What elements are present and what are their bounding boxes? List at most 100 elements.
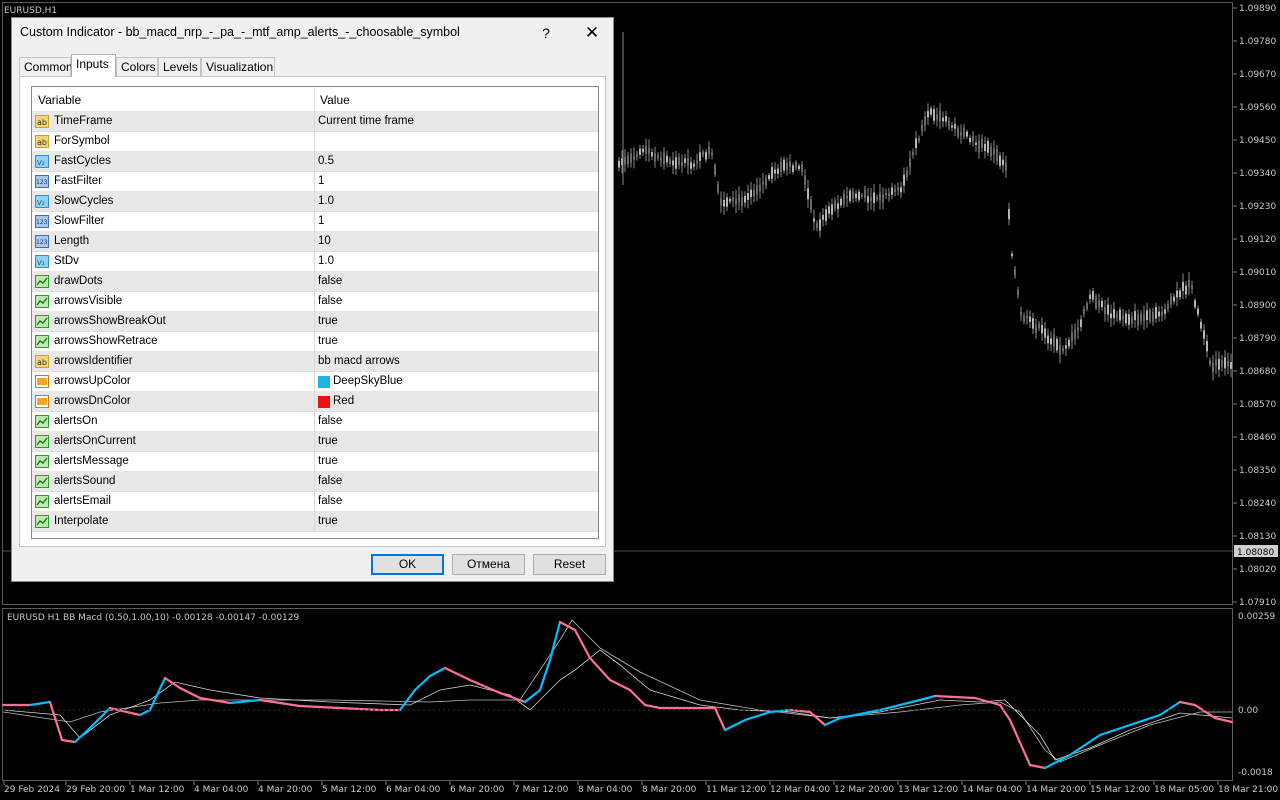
- tab-levels[interactable]: Levels: [158, 57, 201, 76]
- param-row-Length[interactable]: 123 Length 10: [32, 232, 598, 252]
- column-separator: [314, 252, 315, 272]
- param-value[interactable]: Red: [333, 395, 354, 407]
- param-value[interactable]: DeepSkyBlue: [333, 375, 403, 387]
- tab-visualization[interactable]: Visualization: [201, 57, 275, 76]
- param-value[interactable]: false: [318, 275, 342, 287]
- macd-segment: [178, 686, 202, 700]
- param-row-SlowFilter[interactable]: 123 SlowFilter 1: [32, 212, 598, 232]
- param-value[interactable]: true: [318, 435, 338, 447]
- ok-button[interactable]: OK: [371, 554, 444, 575]
- param-value[interactable]: false: [318, 495, 342, 507]
- candle-body: [900, 187, 902, 193]
- color-icon: [35, 375, 49, 388]
- double-icon: V₂: [35, 255, 49, 268]
- candle-body: [849, 190, 851, 202]
- param-value[interactable]: 0.5: [318, 155, 334, 167]
- param-row-alertsMessage[interactable]: alertsMessage true: [32, 452, 598, 472]
- param-row-alertsEmail[interactable]: alertsEmail false: [32, 492, 598, 512]
- param-row-Interpolate[interactable]: Interpolate true: [32, 512, 598, 532]
- tab-colors[interactable]: Colors: [116, 57, 158, 76]
- candle-body: [786, 163, 788, 170]
- param-row-FastFilter[interactable]: 123 FastFilter 1: [32, 172, 598, 192]
- price-label: 1.07910: [1239, 598, 1276, 608]
- param-value[interactable]: Current time frame: [318, 115, 414, 127]
- param-value[interactable]: false: [318, 475, 342, 487]
- param-row-alertsOnCurrent[interactable]: alertsOnCurrent true: [32, 432, 598, 452]
- candle-body: [1161, 311, 1163, 317]
- param-value[interactable]: true: [318, 455, 338, 467]
- param-row-alertsSound[interactable]: alertsSound false: [32, 472, 598, 492]
- param-row-arrowsIdentifier[interactable]: ab arrowsIdentifier bb macd arrows: [32, 352, 598, 372]
- param-value[interactable]: 10: [318, 235, 331, 247]
- candle-body: [1146, 310, 1148, 320]
- param-value[interactable]: true: [318, 335, 338, 347]
- macd-segment: [28, 700, 52, 707]
- price-label: 1.08350: [1239, 466, 1276, 476]
- reset-button[interactable]: Reset: [533, 554, 606, 575]
- param-row-StDv[interactable]: V₂ StDv 1.0: [32, 252, 598, 272]
- candle-body: [744, 196, 746, 203]
- macd-segment: [148, 676, 167, 712]
- tab-common[interactable]: Common: [19, 57, 73, 76]
- candle-body: [942, 117, 944, 122]
- param-value[interactable]: false: [318, 415, 342, 427]
- candles: [618, 32, 1232, 381]
- param-row-arrowsVisible[interactable]: arrowsVisible false: [32, 292, 598, 312]
- candle-body: [654, 153, 656, 162]
- param-value[interactable]: 1: [318, 175, 324, 187]
- help-button[interactable]: ?: [532, 20, 560, 46]
- param-row-alertsOn[interactable]: alertsOn false: [32, 412, 598, 432]
- price-label: 1.08130: [1239, 532, 1276, 542]
- param-row-TimeFrame[interactable]: ab TimeFrame Current time frame: [32, 112, 598, 132]
- macd-segment: [258, 698, 302, 708]
- column-separator: [314, 152, 315, 172]
- candle-body: [1104, 307, 1106, 315]
- param-row-SlowCycles[interactable]: V₂ SlowCycles 1.0: [32, 192, 598, 212]
- header-value[interactable]: Value: [320, 93, 350, 107]
- double-icon: V₂: [35, 195, 49, 208]
- svg-text:V₂: V₂: [37, 199, 45, 207]
- param-value[interactable]: 1: [318, 215, 324, 227]
- param-row-drawDots[interactable]: drawDots false: [32, 272, 598, 292]
- param-row-arrowsUpColor[interactable]: arrowsUpColor DeepSkyBlue: [32, 372, 598, 392]
- time-label: 8 Mar 20:00: [642, 785, 697, 795]
- param-name: SlowFilter: [54, 215, 105, 227]
- column-separator: [314, 292, 315, 312]
- candle-body: [1185, 285, 1187, 295]
- candle-body: [1080, 319, 1082, 328]
- param-row-ForSymbol[interactable]: ab ForSymbol: [32, 132, 598, 152]
- candle-body: [810, 199, 812, 210]
- candle-body: [750, 189, 752, 198]
- candle-body: [927, 110, 929, 118]
- param-row-arrowsShowRetrace[interactable]: arrowsShowRetrace true: [32, 332, 598, 352]
- param-name: SlowCycles: [54, 195, 114, 207]
- candle-body: [1122, 315, 1124, 320]
- param-value[interactable]: 1.0: [318, 195, 334, 207]
- color-swatch[interactable]: [318, 376, 330, 388]
- tab-inputs[interactable]: Inputs: [71, 54, 116, 77]
- param-value[interactable]: true: [318, 515, 338, 527]
- param-value[interactable]: true: [318, 315, 338, 327]
- header-variable[interactable]: Variable: [38, 93, 81, 107]
- param-row-FastCycles[interactable]: V₂ FastCycles 0.5: [32, 152, 598, 172]
- param-name: arrowsUpColor: [54, 375, 131, 387]
- candle-body: [732, 197, 734, 202]
- color-swatch[interactable]: [318, 396, 330, 408]
- param-value[interactable]: 1.0: [318, 255, 334, 267]
- param-value[interactable]: false: [318, 295, 342, 307]
- header-separator[interactable]: [314, 87, 315, 111]
- candle-body: [954, 124, 956, 129]
- param-row-arrowsShowBreakOut[interactable]: arrowsShowBreakOut true: [32, 312, 598, 332]
- param-row-arrowsDnColor[interactable]: arrowsDnColor Red: [32, 392, 598, 412]
- candle-body: [1230, 362, 1232, 369]
- cancel-button[interactable]: Отмена: [452, 554, 525, 575]
- column-separator: [314, 312, 315, 332]
- double-icon: V₂: [35, 155, 49, 168]
- candle-body: [1176, 290, 1178, 298]
- inputs-grid: Variable Value ab TimeFrame Current time f…: [31, 86, 599, 539]
- candle-body: [1074, 329, 1076, 339]
- column-separator: [314, 272, 315, 292]
- close-button[interactable]: ✕: [577, 20, 607, 46]
- param-value[interactable]: bb macd arrows: [318, 355, 400, 367]
- time-label: 18 Mar 05:00: [1154, 785, 1214, 795]
